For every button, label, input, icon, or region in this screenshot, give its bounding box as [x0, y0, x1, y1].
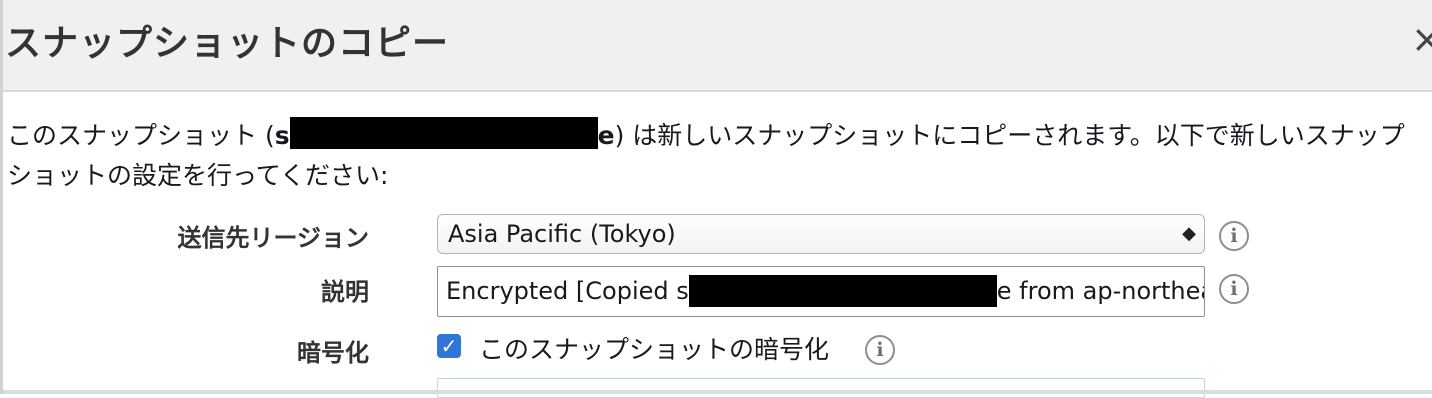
- intro-text: このスナップショット (s e) は新しいスナップショットにコピーされます。以下で…: [7, 116, 1422, 196]
- copy-snapshot-dialog: スナップショットのコピー × このスナップショット (s e) は新しいスナップシ…: [0, 0, 1432, 398]
- dialog-title: スナップショットのコピー: [5, 23, 450, 64]
- description-input[interactable]: Encrypted [Copied s e from ap-northea: [437, 266, 1205, 317]
- region-select-value: Asia Pacific (Tokyo): [448, 220, 676, 248]
- divider: [3, 390, 1432, 394]
- description-info-icon[interactable]: i: [1219, 274, 1249, 304]
- region-label: 送信先リージョン: [177, 224, 369, 252]
- description-label: 説明: [321, 278, 369, 306]
- encryption-label: 暗号化: [297, 339, 369, 367]
- intro-prefix: このスナップショット (: [7, 121, 275, 150]
- description-value-suffix: e from ap-northea: [996, 277, 1205, 305]
- next-field-partial[interactable]: [437, 378, 1205, 398]
- close-icon[interactable]: ×: [1411, 20, 1432, 58]
- dialog-header: スナップショットのコピー ×: [3, 0, 1432, 92]
- encrypt-checkbox[interactable]: ✓: [437, 334, 461, 358]
- redaction-block: [688, 275, 997, 307]
- redaction-block: [289, 117, 598, 149]
- region-info-icon[interactable]: i: [1219, 221, 1249, 251]
- select-arrows-icon: ◆: [1182, 223, 1196, 244]
- encryption-info-icon[interactable]: i: [865, 335, 895, 365]
- description-value-prefix: Encrypted [Copied s: [446, 277, 689, 305]
- encrypt-checkbox-label: このスナップショットの暗号化: [479, 335, 830, 364]
- snapshot-id-end: e: [597, 121, 615, 150]
- region-select[interactable]: Asia Pacific (Tokyo) ◆: [437, 214, 1205, 254]
- snapshot-id-start: s: [274, 121, 290, 150]
